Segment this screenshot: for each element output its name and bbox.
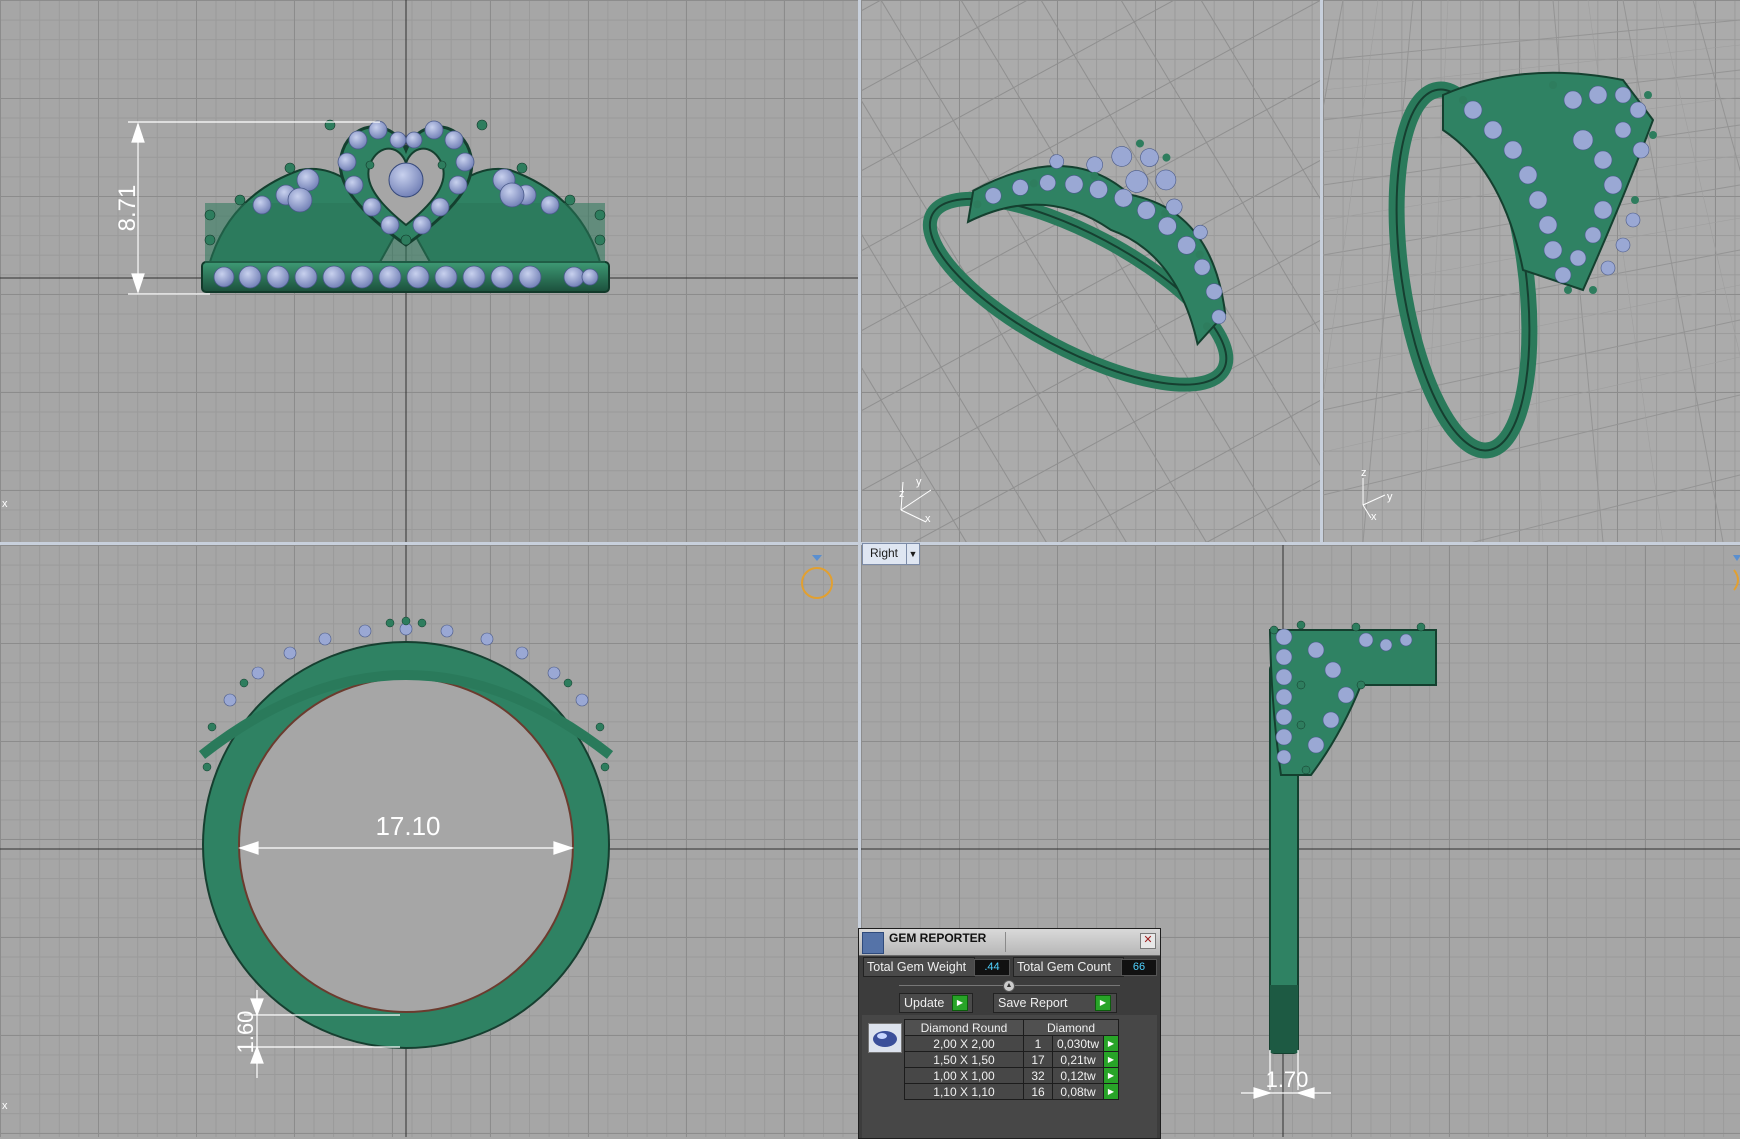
viewport-perspective-2[interactable]: z y x	[1323, 0, 1740, 542]
total-gem-count-value: 66	[1121, 959, 1157, 976]
ring-gizmo-icon	[801, 555, 833, 599]
table-row[interactable]: 1,50 X 1,50 17 0,21tw ▶	[904, 1051, 1119, 1068]
view-selector[interactable]: Right ▼	[862, 543, 921, 565]
panel-splitter-handle[interactable]: ▲	[1003, 980, 1015, 992]
gem-reporter-title: GEM REPORTER	[889, 931, 987, 945]
dimension-shank-label: 1.70	[1266, 1067, 1309, 1092]
crown-side	[1268, 629, 1437, 776]
dimension-inner-label: 17.10	[375, 811, 440, 841]
gem-table: Diamond Round Diamond 2,00 X 2,00 1 0,03…	[904, 1019, 1119, 1100]
total-gem-weight-label: Total Gem Weight	[863, 957, 975, 977]
viewport-front[interactable]: 8.71 x	[0, 0, 858, 542]
row-select-icon[interactable]: ▶	[1103, 1035, 1119, 1052]
total-gem-weight-value: .44	[974, 959, 1010, 976]
update-button[interactable]: Update ▶	[899, 993, 973, 1013]
axis-z-1: z	[899, 488, 905, 500]
gem-reporter-titlebar[interactable]: GEM REPORTER ✕	[859, 929, 1160, 956]
close-icon[interactable]: ✕	[1140, 933, 1156, 949]
viewport-perspective-1[interactable]: y z x	[861, 0, 1320, 542]
diamond-round-icon	[868, 1023, 902, 1053]
viewport-divider-vertical-2	[1320, 0, 1323, 542]
top-view-scene: 17.10 1.60 x	[0, 545, 858, 1137]
gem-reporter-icon	[862, 932, 884, 954]
table-row[interactable]: 1,00 X 1,00 32 0,12tw ▶	[904, 1067, 1119, 1084]
column-header-shape: Diamond Round	[904, 1019, 1024, 1036]
front-view-scene: 8.71 x	[0, 0, 858, 542]
perspective-scene-1: y z x	[899, 139, 1234, 525]
axis-y-2: y	[1387, 491, 1393, 503]
dimension-height-label: 8.71	[114, 185, 141, 232]
save-report-button-label: Save Report	[998, 996, 1068, 1010]
total-gem-count-label: Total Gem Count	[1013, 957, 1124, 977]
play-icon: ▶	[952, 995, 968, 1011]
dimension-band-label: 1.60	[233, 1011, 258, 1054]
gem-table-area: Diamond Round Diamond 2,00 X 2,00 1 0,03…	[862, 1015, 1157, 1138]
viewport-top[interactable]: 17.10 1.60 x	[0, 545, 858, 1137]
axis-marker-x-2: x	[2, 1100, 8, 1112]
perspective-scene-2: z y x	[1361, 71, 1657, 523]
ring-inner	[238, 677, 574, 1013]
crown-band	[201, 261, 610, 293]
save-report-button[interactable]: Save Report ▶	[993, 993, 1117, 1013]
column-header-material: Diamond	[1023, 1019, 1119, 1036]
axis-z-2: z	[1361, 467, 1367, 479]
view-selector-label[interactable]: Right	[863, 544, 906, 564]
table-row[interactable]: 2,00 X 2,00 1 0,030tw ▶	[904, 1035, 1119, 1052]
axis-marker-x: x	[2, 498, 8, 510]
row-select-icon[interactable]: ▶	[1103, 1051, 1119, 1068]
axis-x-2: x	[1371, 511, 1377, 523]
table-row[interactable]: 1,10 X 1,10 16 0,08tw ▶	[904, 1083, 1119, 1100]
row-select-icon[interactable]: ▶	[1103, 1083, 1119, 1100]
ring-gizmo-icon-2	[1733, 555, 1740, 591]
row-select-icon[interactable]: ▶	[1103, 1067, 1119, 1084]
play-icon: ▶	[1095, 995, 1111, 1011]
update-button-label: Update	[904, 996, 945, 1010]
axis-y-1: y	[916, 476, 922, 488]
chevron-down-icon[interactable]: ▼	[906, 544, 919, 564]
axis-x-1: x	[925, 513, 931, 525]
gem-reporter-panel: GEM REPORTER ✕ Total Gem Weight .44 Tota…	[858, 928, 1161, 1139]
